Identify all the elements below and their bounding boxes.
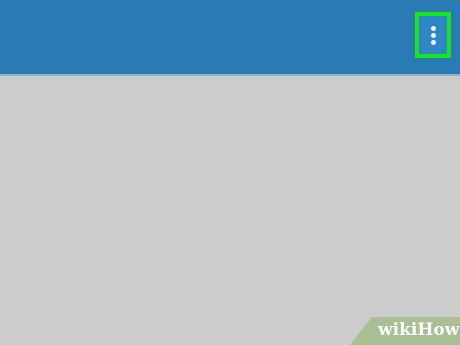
- watermark-text: wikiHow: [378, 320, 460, 340]
- app-bar: [0, 0, 460, 74]
- blank-content-area: [0, 76, 460, 345]
- more-vertical-icon: [419, 16, 447, 54]
- dot-icon: [431, 26, 436, 31]
- more-options-button[interactable]: [415, 12, 451, 58]
- wikihow-watermark: wikiHow: [350, 317, 460, 345]
- app-window: wikiHow: [0, 0, 460, 345]
- dot-icon: [431, 33, 436, 38]
- dot-icon: [431, 40, 436, 45]
